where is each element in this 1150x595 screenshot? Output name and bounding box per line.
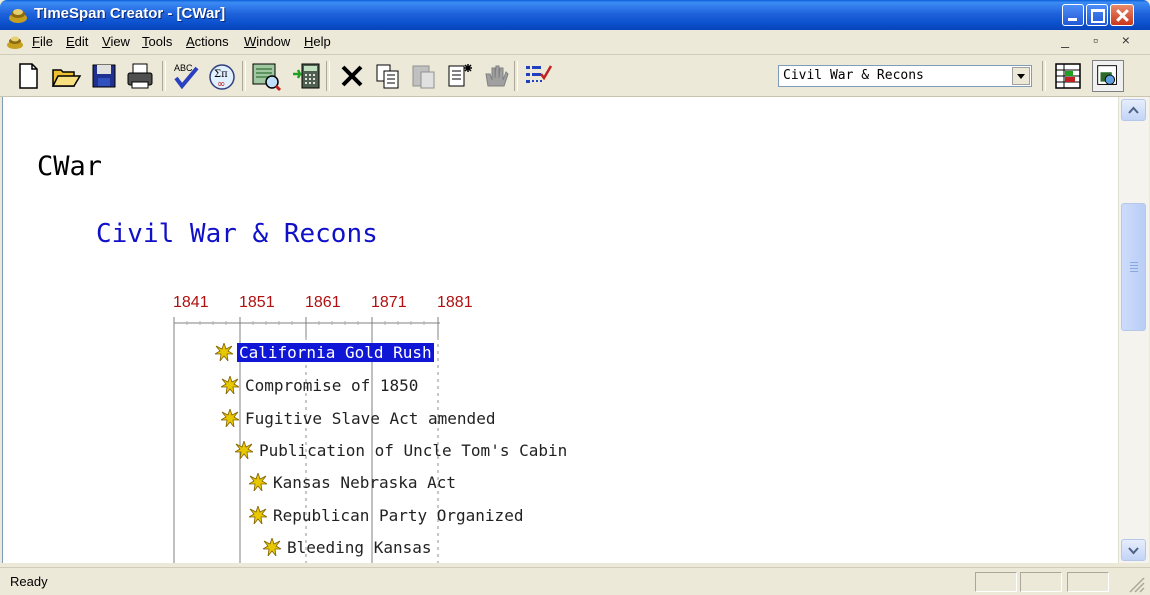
menu-file[interactable]: File <box>32 34 53 49</box>
event-label: California Gold Rush <box>237 343 434 362</box>
new-icon[interactable] <box>12 60 44 92</box>
status-pane <box>1067 572 1109 592</box>
event-marker-icon <box>249 473 267 491</box>
hand-icon[interactable] <box>480 60 512 92</box>
open-icon[interactable] <box>50 60 82 92</box>
timeline-event[interactable]: Compromise of 1850 <box>221 376 420 398</box>
scroll-thumb[interactable] <box>1121 203 1146 331</box>
grip-line <box>1130 265 1138 266</box>
timeline-select[interactable]: Civil War & Recons <box>778 65 1032 87</box>
math-symbols-icon[interactable]: Σπ∞ <box>206 60 238 92</box>
scroll-down-button[interactable] <box>1121 539 1146 561</box>
grip-line <box>1130 271 1138 272</box>
print-icon[interactable] <box>124 60 156 92</box>
menu-help[interactable]: Help <box>304 34 331 49</box>
event-label: Kansas Nebraska Act <box>273 473 457 492</box>
event-label: Bleeding Kansas <box>287 538 432 557</box>
save-icon[interactable] <box>88 60 120 92</box>
event-marker-icon <box>215 343 233 361</box>
menu-tools[interactable]: Tools <box>142 34 172 49</box>
zoom-view-icon[interactable] <box>1092 60 1124 92</box>
event-marker-icon <box>221 376 239 394</box>
event-label: Fugitive Slave Act amended <box>245 409 496 428</box>
minimize-button[interactable] <box>1062 4 1084 26</box>
find-timeline-icon[interactable] <box>250 60 282 92</box>
toolbar-separator <box>514 61 518 91</box>
copy-icon[interactable] <box>372 60 404 92</box>
timeline-event[interactable]: Publication of Uncle Tom's Cabin <box>235 441 569 463</box>
resize-grip-icon[interactable] <box>1126 574 1146 594</box>
status-text: Ready <box>10 574 48 589</box>
event-label: Republican Party Organized <box>273 506 524 525</box>
timeline-event[interactable]: Kansas Nebraska Act <box>249 473 458 495</box>
grip-line <box>1130 262 1138 263</box>
grip-line <box>1130 268 1138 269</box>
timeline-event[interactable]: California Gold Rush <box>215 343 434 365</box>
event-label: Compromise of 1850 <box>245 376 419 395</box>
delete-icon[interactable] <box>336 60 368 92</box>
window-title: TImeSpan Creator - [CWar] <box>34 5 226 22</box>
dropdown-arrow-icon[interactable] <box>1012 67 1030 85</box>
menu-window[interactable]: Window <box>244 34 290 49</box>
title-bar[interactable]: TImeSpan Creator - [CWar] <box>0 0 1150 30</box>
menu-bar: File Edit View Tools Actions Window Help… <box>0 30 1150 55</box>
spellcheck-icon[interactable]: ABC <box>170 60 202 92</box>
application-window: TImeSpan Creator - [CWar] File Edit View… <box>0 0 1150 595</box>
maximize-button[interactable] <box>1086 4 1108 26</box>
paste-icon[interactable] <box>408 60 440 92</box>
chevron-up-icon <box>1128 106 1139 114</box>
event-marker-icon <box>263 538 281 556</box>
svg-text:∞: ∞ <box>217 79 225 90</box>
timeline-document-view[interactable]: CWar Civil War & Recons 1841 1851 1861 1… <box>2 97 1118 563</box>
event-marker-icon <box>249 506 267 524</box>
close-button[interactable] <box>1110 4 1134 26</box>
timeline-axis <box>173 317 440 563</box>
toolbar-separator <box>326 61 330 91</box>
toolbar-separator <box>1042 61 1046 91</box>
toolbar-separator <box>162 61 166 91</box>
chevron-down-icon <box>1128 547 1139 555</box>
document-icon[interactable] <box>6 34 24 50</box>
svg-text:ABC: ABC <box>174 63 193 73</box>
checklist-icon[interactable] <box>522 60 554 92</box>
menu-edit[interactable]: Edit <box>66 34 88 49</box>
status-pane <box>975 572 1017 592</box>
toolbar: ABC Σπ ∞ Civil War & Recons <box>0 55 1150 97</box>
timeline-event[interactable]: Fugitive Slave Act amended <box>221 409 497 431</box>
mdi-window-controls[interactable]: _ ▫ × <box>1061 32 1140 48</box>
toolbar-separator <box>242 61 246 91</box>
vertical-scrollbar[interactable] <box>1118 97 1149 563</box>
app-icon <box>9 9 27 23</box>
properties-icon[interactable] <box>1052 60 1084 92</box>
menu-actions[interactable]: Actions <box>186 34 229 49</box>
event-marker-icon <box>235 441 253 459</box>
status-bar: Ready <box>0 567 1150 595</box>
event-marker-icon <box>221 409 239 427</box>
timeline-event[interactable]: Bleeding Kansas <box>263 538 434 560</box>
timeline-event[interactable]: Republican Party Organized <box>249 506 525 528</box>
menu-view[interactable]: View <box>102 34 130 49</box>
calculator-icon[interactable] <box>290 60 322 92</box>
paste-special-icon[interactable] <box>444 60 476 92</box>
status-pane <box>1020 572 1062 592</box>
scroll-up-button[interactable] <box>1121 99 1146 121</box>
timeline-select-value: Civil War & Recons <box>783 68 924 83</box>
event-label: Publication of Uncle Tom's Cabin <box>259 441 568 460</box>
